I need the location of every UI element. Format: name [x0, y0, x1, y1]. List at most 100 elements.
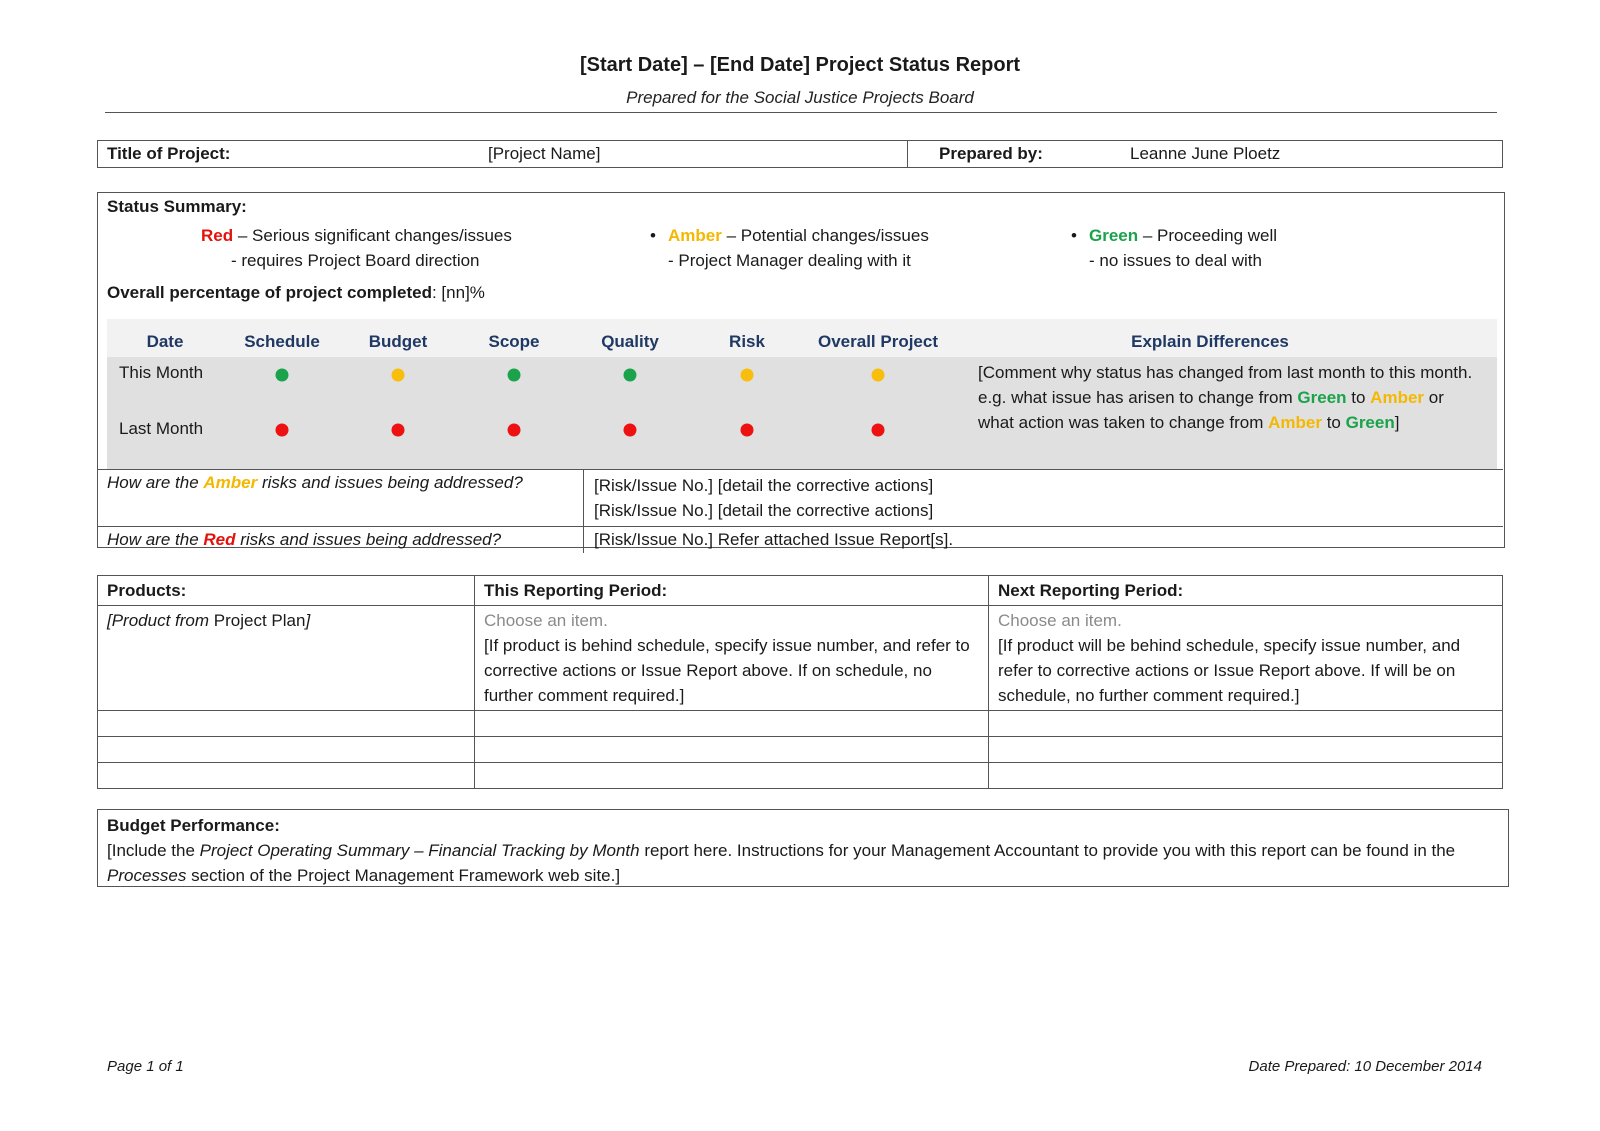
- red-issues-row: How are the Red risks and issues being a…: [98, 526, 1503, 553]
- bullet-icon: •: [650, 226, 656, 245]
- page-number: Page 1 of 1: [107, 1058, 184, 1075]
- status-dot-red-scope-last-month[interactable]: [507, 423, 521, 437]
- status-dot-green-schedule-this-month[interactable]: [275, 368, 289, 382]
- table-row: [97, 736, 1503, 763]
- col-date: Date: [146, 332, 184, 351]
- budget-text: section of the Project Management Framew…: [186, 866, 621, 885]
- legend-green-desc: – Proceeding well: [1138, 226, 1278, 245]
- this-period-text[interactable]: [If product is behind schedule, specify …: [484, 633, 979, 708]
- this-period-cell: Choose an item. [If product is behind sc…: [474, 605, 989, 711]
- table-row: [97, 762, 1503, 789]
- date-prepared: Date Prepared: 10 December 2014: [1248, 1058, 1482, 1075]
- next-period-cell: Choose an item. [If product will be behi…: [988, 605, 1503, 711]
- prepared-by-cell: Prepared by: Leanne June Ploetz: [908, 141, 1502, 167]
- explain-green: Green: [1345, 413, 1395, 432]
- project-title-label: Title of Project:: [107, 144, 231, 163]
- status-dot-amber-budget-this-month[interactable]: [391, 368, 405, 382]
- title-divider: [105, 112, 1497, 113]
- legend-amber: • Amber – Potential changes/issues - Proj…: [650, 223, 929, 273]
- product-text-italic: [Product from: [107, 611, 214, 630]
- table-row: [97, 710, 1503, 737]
- empty-cell[interactable]: [988, 762, 1503, 789]
- red-issues-answer[interactable]: [Risk/Issue No.] Refer attached Issue Re…: [584, 527, 1503, 553]
- products-header-row: Products: This Reporting Period: Next Re…: [97, 575, 1503, 606]
- overall-percentage-value[interactable]: : [nn]%: [432, 283, 485, 302]
- overall-percentage-label: Overall percentage of project completed: [107, 283, 432, 302]
- budget-text: report here. Instructions for your Manag…: [639, 841, 1456, 860]
- project-info-box: Title of Project: [Project Name] Prepare…: [97, 140, 1503, 168]
- status-table-header: Date Schedule Budget Scope Quality Risk …: [107, 319, 1497, 357]
- amber-answer-line: [Risk/Issue No.] [detail the corrective …: [594, 501, 934, 520]
- next-period-dropdown[interactable]: Choose an item.: [998, 608, 1493, 633]
- empty-cell[interactable]: [97, 710, 475, 737]
- empty-cell[interactable]: [988, 736, 1503, 763]
- product-text-italic: ]: [305, 611, 311, 630]
- explain-amber: Amber: [1268, 413, 1322, 432]
- amber-issues-answer[interactable]: [Risk/Issue No.] [detail the corrective …: [584, 470, 1503, 526]
- empty-cell[interactable]: [988, 710, 1503, 737]
- status-dot-amber-risk-this-month[interactable]: [740, 368, 754, 382]
- empty-cell[interactable]: [97, 736, 475, 763]
- explain-text: to: [1321, 413, 1346, 432]
- prepared-by-field[interactable]: Leanne June Ploetz: [1130, 144, 1280, 164]
- status-table: Date Schedule Budget Scope Quality Risk …: [107, 319, 1497, 469]
- legend-amber-line2: - Project Manager dealing with it: [668, 251, 911, 270]
- col-quality: Quality: [601, 332, 659, 351]
- report-title: [Start Date] – [End Date] Project Status…: [579, 54, 1021, 76]
- legend-red-line2: - requires Project Board direction: [231, 251, 480, 270]
- legend-red-name: Red: [201, 226, 234, 245]
- header-this-period: This Reporting Period:: [474, 575, 989, 606]
- status-dot-red-quality-last-month[interactable]: [623, 423, 637, 437]
- explain-text: ]: [1394, 413, 1400, 432]
- status-dot-red-budget-last-month[interactable]: [391, 423, 405, 437]
- row-label-last-month: Last Month: [119, 419, 204, 438]
- bullet-icon: •: [1071, 226, 1077, 245]
- legend-green: • Green – Proceeding well - no issues to …: [1071, 223, 1277, 273]
- red-answer-line: [Risk/Issue No.] Refer attached Issue Re…: [594, 530, 954, 549]
- status-summary-box: Status Summary: Red – Serious significan…: [97, 192, 1505, 553]
- status-dot-red-risk-last-month[interactable]: [740, 423, 754, 437]
- next-period-text[interactable]: [If product will be behind schedule, spe…: [998, 633, 1493, 708]
- explain-differences-text[interactable]: [Comment why status has changed from las…: [978, 360, 1483, 435]
- amber-answer-line: [Risk/Issue No.] [detail the corrective …: [594, 476, 934, 495]
- this-period-dropdown[interactable]: Choose an item.: [484, 608, 979, 633]
- legend-red: Red – Serious significant changes/issues…: [201, 223, 512, 273]
- explain-amber: Amber: [1370, 388, 1425, 407]
- question-text: risks and issues being addressed?: [257, 473, 523, 492]
- report-subtitle: Prepared for the Social Justice Projects…: [626, 88, 974, 107]
- question-text: How are the: [107, 473, 204, 492]
- empty-cell[interactable]: [474, 736, 989, 763]
- empty-cell[interactable]: [474, 762, 989, 789]
- question-text: How are the: [107, 530, 204, 549]
- legend-green-line2: - no issues to deal with: [1089, 251, 1262, 270]
- product-cell[interactable]: [Product from Project Plan]: [97, 605, 475, 711]
- empty-cell[interactable]: [474, 710, 989, 737]
- legend-amber-desc: – Potential changes/issues: [721, 226, 929, 245]
- col-overall-project: Overall Project: [817, 332, 939, 351]
- question-amber-word: Amber: [203, 473, 258, 492]
- col-risk: Risk: [729, 332, 765, 351]
- status-dot-green-scope-this-month[interactable]: [507, 368, 521, 382]
- question-text: risks and issues being addressed?: [235, 530, 502, 549]
- prepared-by-label: Prepared by:: [939, 144, 1043, 163]
- status-dot-red-overall-project-last-month[interactable]: [871, 423, 885, 437]
- col-scope: Scope: [488, 332, 540, 351]
- amber-issues-row: How are the Amber risks and issues being…: [98, 469, 1503, 526]
- product-text: Project Plan: [213, 611, 306, 630]
- budget-performance-box: Budget Performance: [Include the Project…: [97, 809, 1509, 887]
- status-dot-red-schedule-last-month[interactable]: [275, 423, 289, 437]
- risk-issues-section: How are the Amber risks and issues being…: [98, 469, 1503, 553]
- budget-text: [Include the: [107, 841, 200, 860]
- status-dot-amber-overall-project-this-month[interactable]: [871, 368, 885, 382]
- red-issues-question: How are the Red risks and issues being a…: [98, 527, 584, 553]
- empty-cell[interactable]: [97, 762, 475, 789]
- status-dot-green-quality-this-month[interactable]: [623, 368, 637, 382]
- amber-issues-question: How are the Amber risks and issues being…: [98, 470, 584, 526]
- project-name-field[interactable]: [Project Name]: [488, 144, 600, 164]
- budget-text-italic: Processes: [107, 866, 187, 885]
- products-table: Products: This Reporting Period: Next Re…: [97, 575, 1503, 789]
- overall-percentage: Overall percentage of project completed:…: [107, 283, 485, 303]
- budget-performance-text[interactable]: [Include the Project Operating Summary –…: [107, 838, 1499, 888]
- budget-text-italic: Project Operating Summary – Financial Tr…: [199, 841, 640, 860]
- col-schedule: Schedule: [244, 332, 320, 351]
